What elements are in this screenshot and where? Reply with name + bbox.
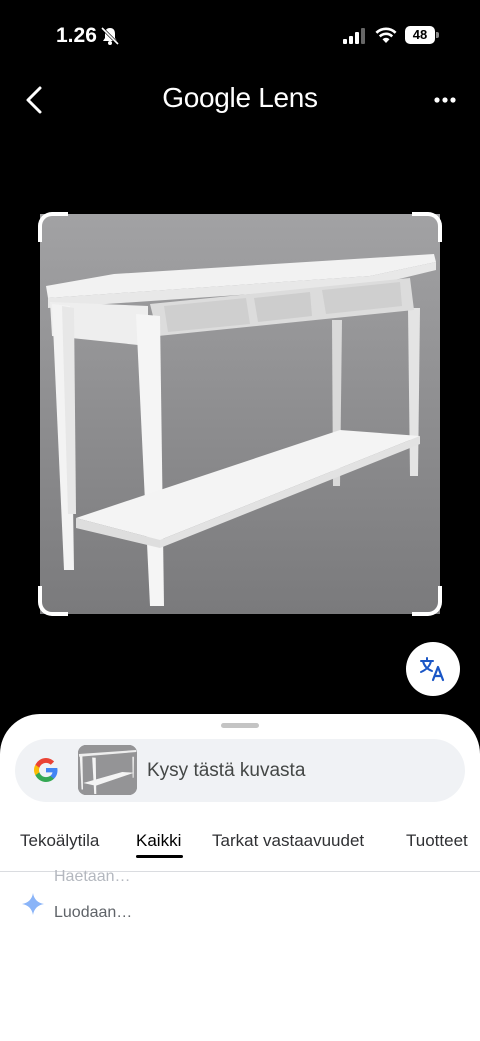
tab-ai-mode[interactable]: Tekoälytila	[20, 831, 99, 851]
translate-button[interactable]	[406, 642, 460, 696]
search-placeholder: Kysy tästä kuvasta	[147, 760, 306, 781]
app-title: Google Lens	[162, 82, 318, 113]
sparkle-icon	[22, 893, 44, 915]
status-time: 1.26	[56, 24, 97, 47]
search-image[interactable]	[40, 214, 440, 614]
crop-corner-top-left[interactable]	[38, 212, 68, 242]
translate-icon	[420, 657, 445, 682]
loading-text: Luodaan…	[54, 904, 133, 921]
more-icon[interactable]	[430, 88, 460, 112]
crop-corner-bottom-right[interactable]	[412, 586, 442, 616]
tab-active-indicator	[136, 855, 183, 858]
tab-exact-matches[interactable]: Tarkat vastaavuudet	[212, 831, 364, 851]
crop-corner-bottom-left[interactable]	[38, 586, 68, 616]
wifi-icon	[375, 27, 397, 43]
search-input[interactable]: Kysy tästä kuvasta	[15, 739, 465, 802]
loading-text-faded: Haetaan…	[54, 868, 131, 885]
thumbnail-table-image	[78, 745, 137, 795]
battery-icon: 48	[405, 26, 435, 44]
results-sheet: Kysy tästä kuvasta Tekoälytila Kaikki Ta…	[0, 714, 480, 1041]
battery-tip	[436, 32, 439, 38]
signal-icon	[343, 28, 365, 44]
drag-handle[interactable]	[221, 723, 259, 728]
status-bar: 1.26 48	[0, 0, 480, 70]
console-table-image	[40, 214, 440, 614]
tab-all[interactable]: Kaikki	[136, 831, 181, 851]
image-thumbnail[interactable]	[78, 745, 137, 795]
results-tabs: Tekoälytila Kaikki Tarkat vastaavuudet T…	[0, 828, 480, 872]
top-bar: Google Lens	[0, 72, 480, 128]
bell-muted-icon	[100, 26, 120, 46]
crop-corner-top-right[interactable]	[412, 212, 442, 242]
google-icon	[34, 758, 58, 782]
tab-products[interactable]: Tuotteet	[406, 831, 468, 851]
